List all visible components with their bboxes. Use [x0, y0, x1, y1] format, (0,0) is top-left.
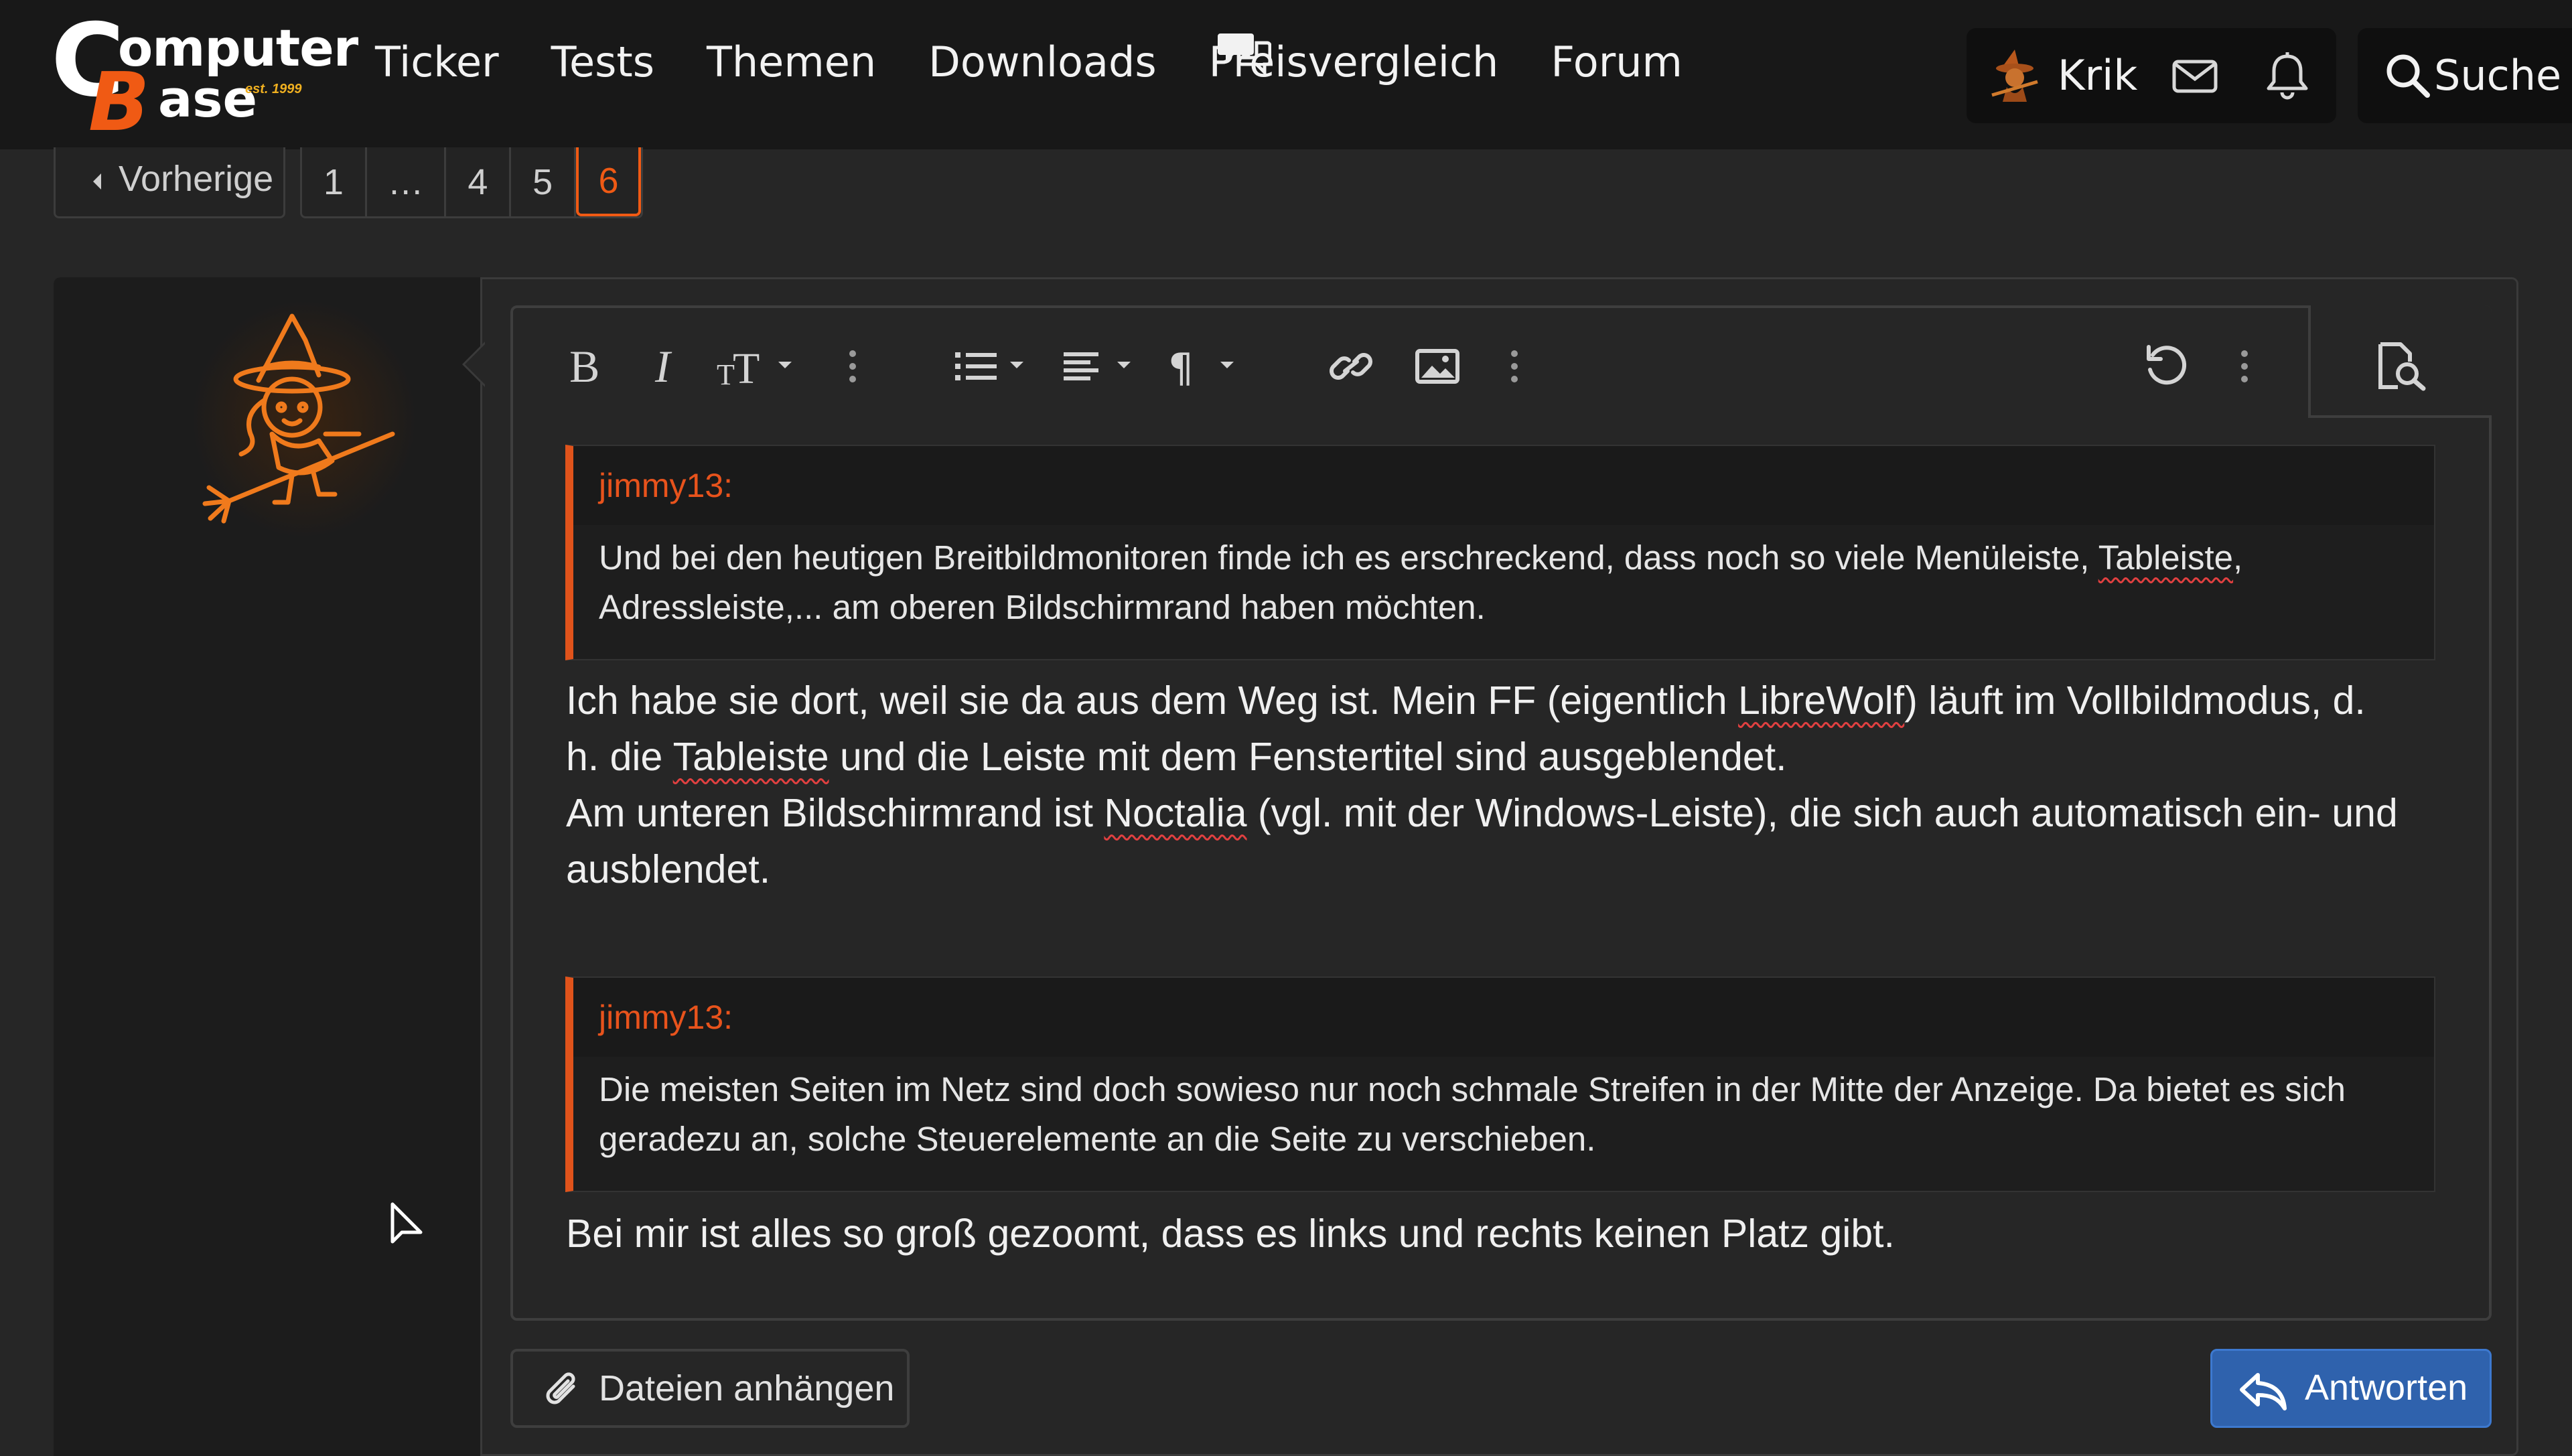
- spellcheck-word: Noctalia: [1104, 791, 1247, 835]
- nav-themen[interactable]: Themen: [707, 42, 876, 83]
- svg-text:B: B: [569, 344, 599, 387]
- svg-text:¶: ¶: [1168, 345, 1194, 388]
- nav-tests[interactable]: Tests: [551, 42, 654, 83]
- spellcheck-word: Tableiste: [672, 735, 829, 779]
- reply-arrow-icon: [2240, 1373, 2287, 1410]
- main-nav: Ticker Tests Themen Downloads Preisvergl…: [375, 42, 1683, 83]
- caret-left-icon: [93, 173, 101, 190]
- search-label: Suche: [2434, 51, 2562, 100]
- quote-text-part: Und bei den heutigen Breitbildmonitoren …: [599, 538, 2098, 577]
- spellcheck-word: LibreWolf: [1738, 678, 1905, 723]
- text-run: ausblendet.: [566, 847, 771, 891]
- link-icon[interactable]: [1328, 344, 1374, 388]
- attach-files-label: Dateien anhängen: [599, 1368, 895, 1408]
- page-ellipsis[interactable]: …: [367, 147, 447, 216]
- pagination-previous-button[interactable]: Vorherige: [54, 147, 285, 218]
- page-current-6[interactable]: 6: [576, 147, 642, 216]
- nav-forum[interactable]: Forum: [1551, 42, 1683, 83]
- text-size-dropdown-icon[interactable]: T T: [717, 344, 800, 388]
- text-run: ) läuft im Vollbildmodus, d.: [1904, 678, 2366, 723]
- italic-icon[interactable]: I: [654, 344, 685, 387]
- nav-downloads[interactable]: Downloads: [928, 42, 1157, 83]
- forum-chat-icon[interactable]: [1218, 31, 1271, 76]
- search-icon: [2386, 54, 2430, 98]
- quote-block[interactable]: jimmy13: Und bei den heutigen Breitbildm…: [565, 445, 2435, 660]
- more-text-options-icon[interactable]: [845, 344, 860, 388]
- logo-established: est. 1999: [245, 82, 302, 96]
- page-link-1[interactable]: 1: [302, 147, 367, 216]
- nav-ticker[interactable]: Ticker: [375, 42, 499, 83]
- previous-label: Vorherige: [119, 159, 274, 199]
- text-run: und die Leiste mit dem Fenstertitel sind…: [829, 735, 1787, 779]
- page-link-4[interactable]: 4: [446, 147, 512, 216]
- avatar-witch-icon[interactable]: [1988, 48, 2040, 106]
- quote-author[interactable]: jimmy13:: [573, 446, 2434, 525]
- preview-button[interactable]: [2308, 305, 2492, 418]
- preview-document-search-icon: [2378, 342, 2426, 391]
- svg-text:T: T: [717, 358, 735, 388]
- list-dropdown-icon[interactable]: [954, 344, 1031, 388]
- mail-icon[interactable]: [2171, 58, 2218, 95]
- text-run: Ich habe sie dort, weil sie da aus dem W…: [566, 678, 1739, 723]
- quote-text: Und bei den heutigen Breitbildmonitoren …: [573, 525, 2434, 632]
- quote-block[interactable]: jimmy13: Die meisten Seiten im Netz sind…: [565, 976, 2435, 1192]
- search-button[interactable]: Suche: [2358, 28, 2572, 123]
- reply-body-paragraph[interactable]: Ich habe sie dort, weil sie da aus dem W…: [566, 672, 2461, 897]
- more-insert-options-icon[interactable]: [1507, 344, 1522, 388]
- username[interactable]: Krik: [2058, 55, 2137, 96]
- pagination-pages: 1 … 4 5 6: [300, 147, 643, 218]
- user-menu[interactable]: Krik: [1967, 28, 2336, 123]
- paragraph-format-dropdown-icon[interactable]: ¶: [1168, 344, 1242, 388]
- text-run: Am unteren Bildschirmrand ist: [566, 791, 1104, 835]
- editor-pointer-arrow-fill: [465, 344, 486, 385]
- text-run: h. die: [566, 735, 673, 779]
- attach-files-button[interactable]: Dateien anhängen: [510, 1349, 910, 1428]
- reply-label: Antworten: [2305, 1368, 2468, 1408]
- quote-text-line: Die meisten Seiten im Netz sind doch sow…: [599, 1070, 2346, 1108]
- svg-text:T: T: [733, 344, 760, 388]
- quote-text-part: Adressleiste,... am oberen Bildschirmran…: [599, 588, 1486, 626]
- align-dropdown-icon[interactable]: [1062, 344, 1139, 388]
- more-options-icon[interactable]: [2237, 344, 2252, 388]
- insert-image-icon[interactable]: [1415, 344, 1461, 388]
- undo-icon[interactable]: [2143, 342, 2190, 388]
- quote-text-line: geradezu an, solche Steuerelemente an di…: [599, 1120, 1596, 1158]
- reply-submit-button[interactable]: Antworten: [2210, 1349, 2492, 1428]
- quote-text: Die meisten Seiten im Netz sind doch sow…: [573, 1057, 2434, 1164]
- user-avatar-witch[interactable]: [192, 300, 417, 538]
- mouse-pointer-icon: [390, 1202, 423, 1244]
- bell-icon[interactable]: [2265, 51, 2309, 102]
- reply-body-paragraph[interactable]: Bei mir ist alles so groß gezoomt, dass …: [566, 1206, 2461, 1262]
- quote-text-part: ,: [2233, 538, 2243, 577]
- paperclip-icon: [546, 1372, 575, 1404]
- logo-word-omputer: omputer: [118, 18, 358, 78]
- bold-icon[interactable]: B: [568, 344, 600, 387]
- quote-author[interactable]: jimmy13:: [573, 978, 2434, 1057]
- page-link-5[interactable]: 5: [511, 147, 577, 216]
- svg-text:I: I: [654, 344, 672, 387]
- reply-user-cell: [54, 277, 482, 1456]
- text-run: (vgl. mit der Windows-Leiste), die sich …: [1246, 791, 2398, 835]
- spellcheck-word: Tableiste: [2098, 538, 2234, 577]
- computerbase-logo[interactable]: C B omputer ase est. 1999: [51, 11, 358, 143]
- logo-word-ase: ase: [158, 69, 258, 129]
- top-navigation-bar: C B omputer ase est. 1999 Ticker Tests T…: [0, 0, 2572, 149]
